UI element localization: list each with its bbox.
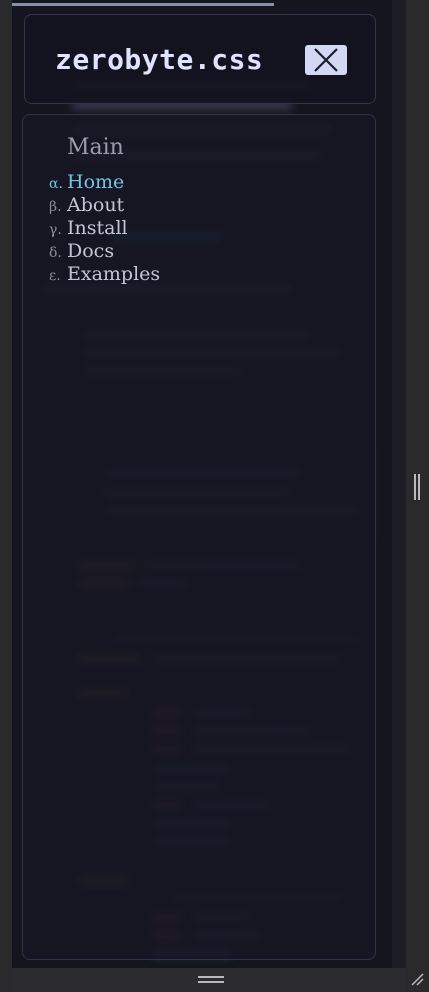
nav-item-label[interactable]: About <box>67 194 124 216</box>
nav-item-home[interactable]: α. Home <box>49 171 160 194</box>
nav-item-docs[interactable]: δ. Docs <box>49 240 160 263</box>
nav-item-label[interactable]: Install <box>67 217 128 239</box>
nav-item-marker: α. <box>49 176 63 192</box>
site-logo[interactable]: zerobyte.css <box>55 43 263 76</box>
close-menu-button[interactable] <box>305 45 347 75</box>
nav-list: α. Home β. About γ. Install δ. Docs ε. E… <box>49 171 160 286</box>
nav-item-install[interactable]: γ. Install <box>49 217 160 240</box>
nav-item-label[interactable]: Docs <box>67 240 114 262</box>
nav-item-marker: ε. <box>49 268 61 284</box>
vertical-resize-grip-icon[interactable] <box>414 474 420 500</box>
horizontal-resize-grip-icon[interactable] <box>198 976 224 983</box>
main-navigation: Main α. Home β. About γ. Install δ. Docs… <box>22 114 376 960</box>
nav-item-examples[interactable]: ε. Examples <box>49 263 160 286</box>
nav-item-marker: δ. <box>49 245 62 261</box>
nav-section-title: Main <box>67 135 124 160</box>
close-icon <box>314 48 338 72</box>
site-header: zerobyte.css <box>24 14 376 104</box>
scrollbar-track[interactable] <box>392 0 406 968</box>
nav-item-label[interactable]: Examples <box>67 263 160 285</box>
nav-item-label[interactable]: Home <box>67 171 124 193</box>
nav-item-marker: γ. <box>49 222 62 238</box>
nav-item-marker: β. <box>49 199 62 215</box>
corner-resize-grip-icon[interactable] <box>410 972 424 986</box>
nav-item-about[interactable]: β. About <box>49 194 160 217</box>
bottom-resize-bar <box>12 968 406 992</box>
